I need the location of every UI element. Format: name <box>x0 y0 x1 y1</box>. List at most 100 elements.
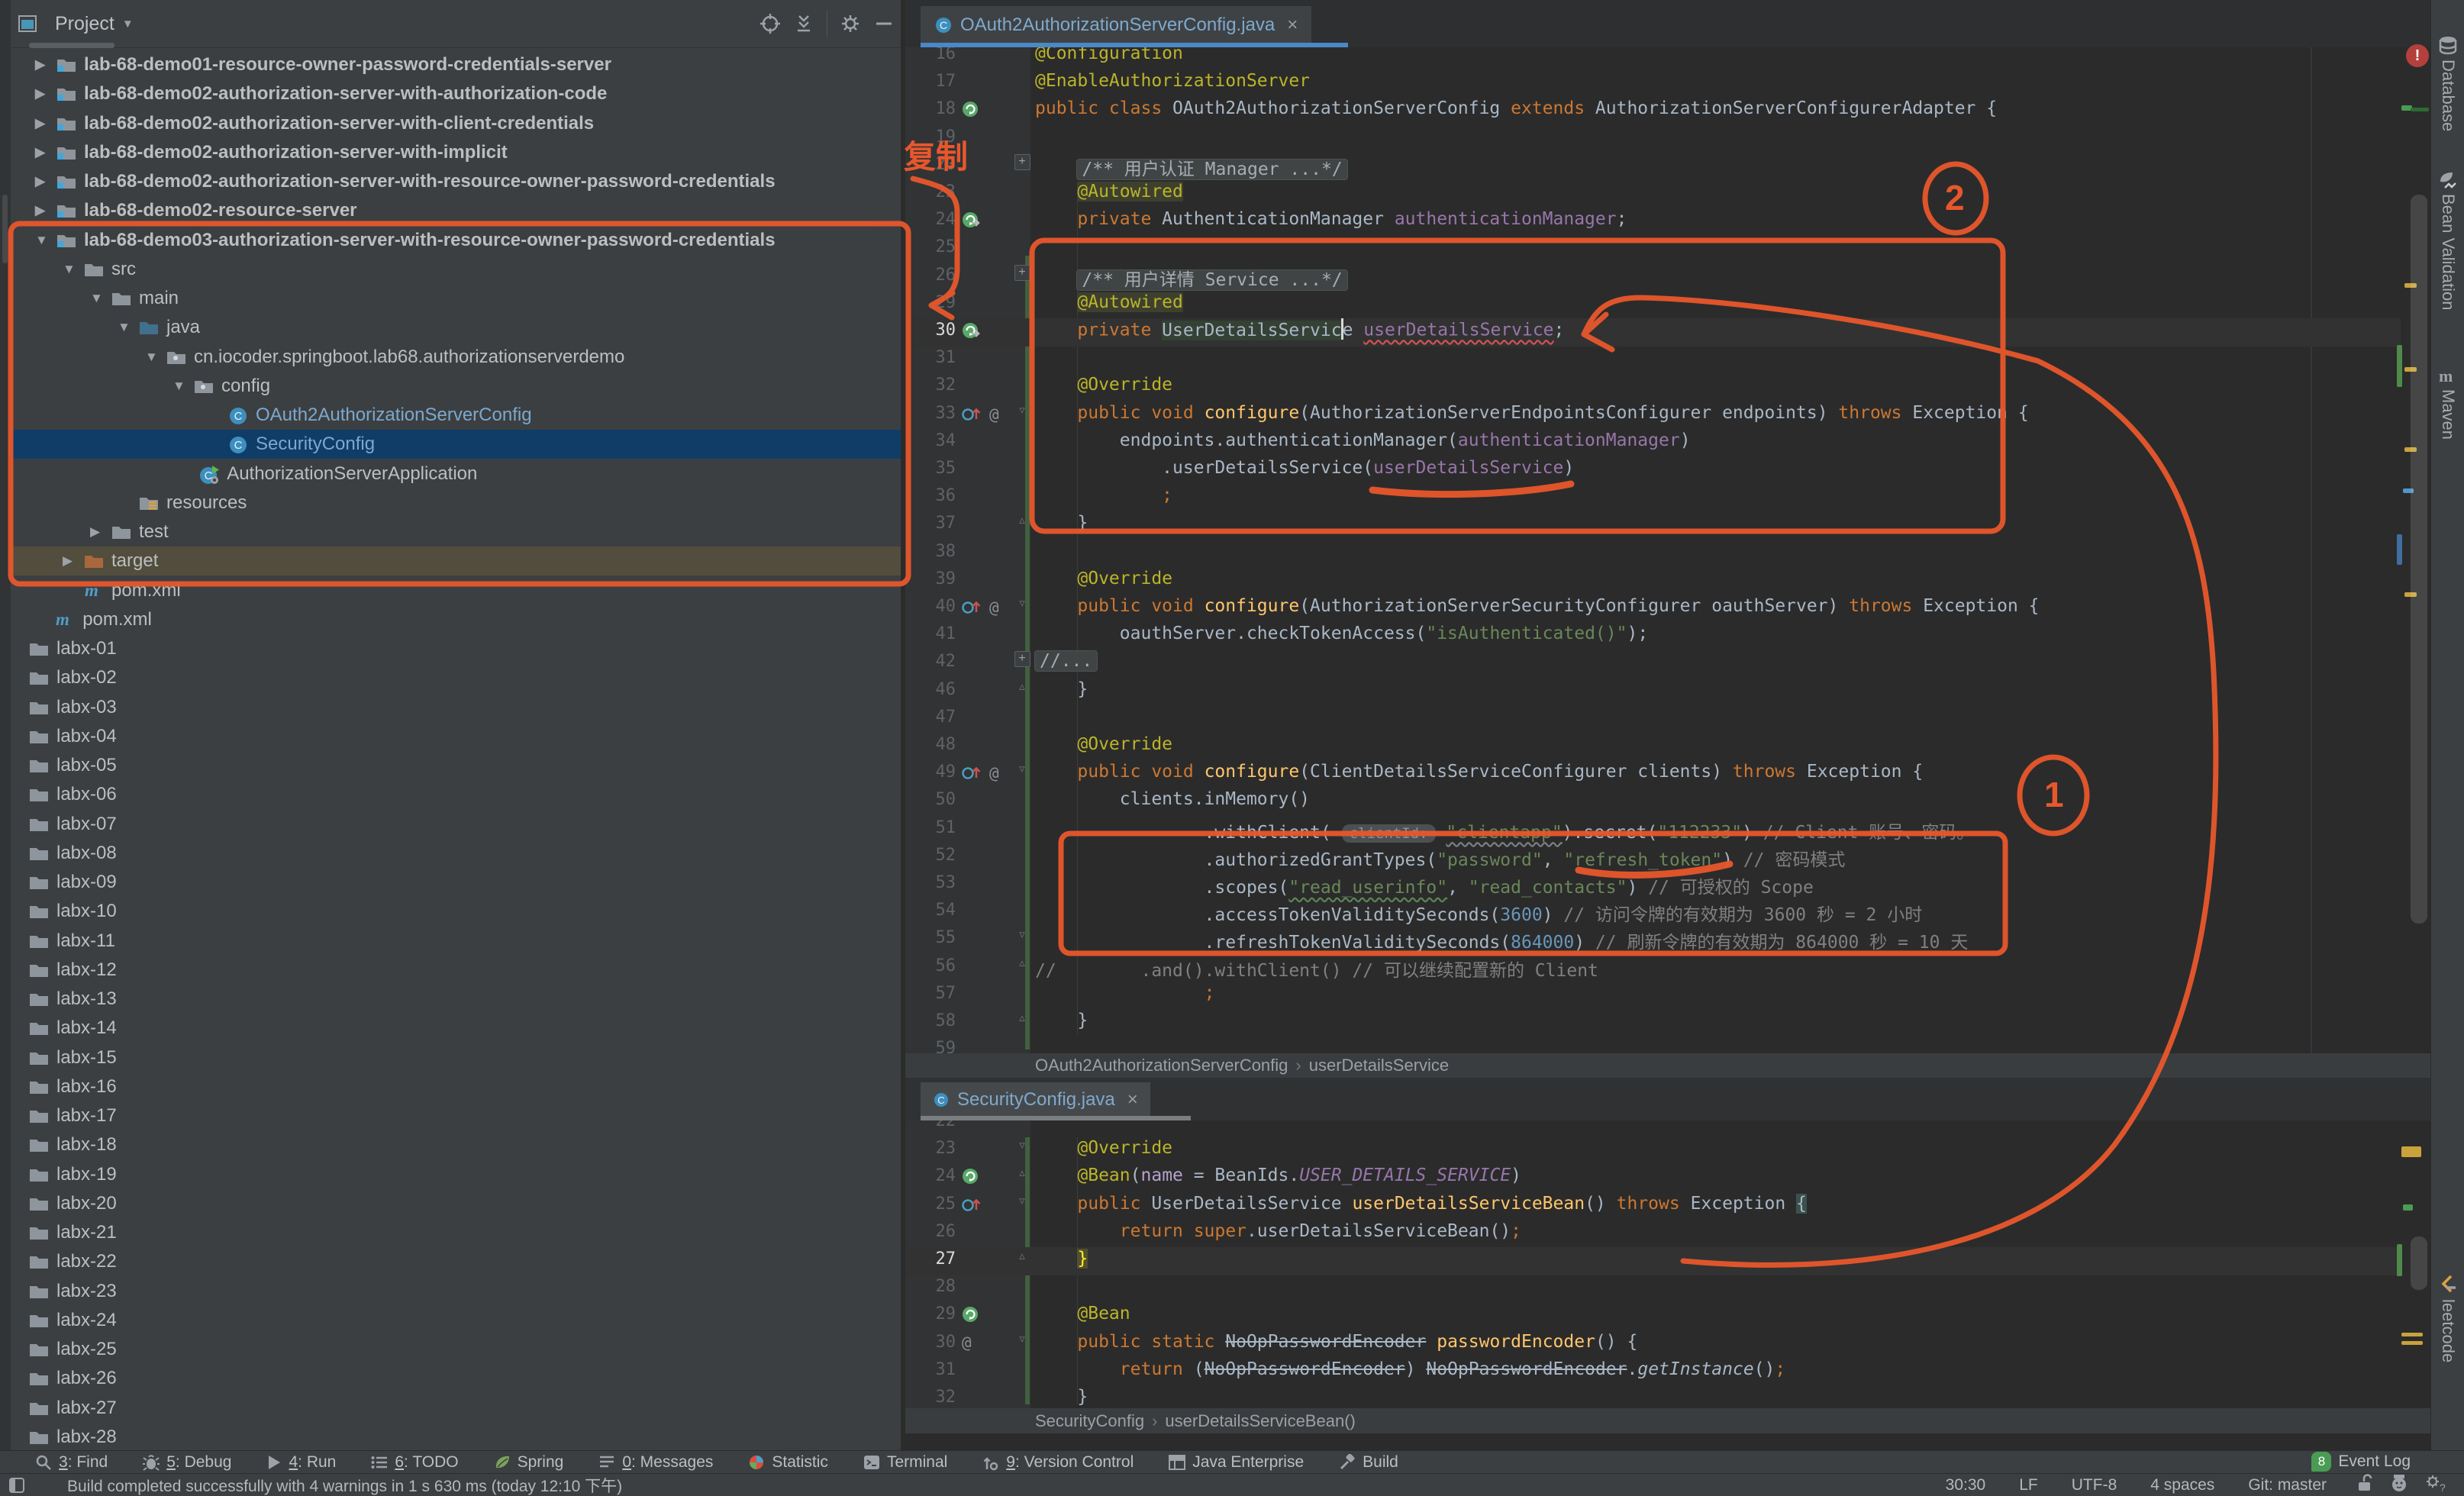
hector-icon[interactable] <box>2389 1473 2409 1496</box>
tree-item-labx-09[interactable]: labx-09 <box>11 868 901 897</box>
tree-item-labx-19[interactable]: labx-19 <box>11 1160 901 1189</box>
tree-item-test[interactable]: ▶ test <box>11 517 901 546</box>
tree-item-pom-xml[interactable]: m pom.xml <box>11 605 901 634</box>
code-line-41[interactable]: 41 oauthServer.checkTokenAccess("isAuthe… <box>905 622 2401 650</box>
tree-item-labx-06[interactable]: labx-06 <box>11 780 901 809</box>
tree-item-labx-15[interactable]: labx-15 <box>11 1043 901 1072</box>
code-line-51[interactable]: 51 .withClient( clientId: "clientapp").s… <box>905 816 2401 844</box>
toolwindow-switcher-icon[interactable] <box>8 1476 26 1494</box>
tree-item-labx-20[interactable]: labx-20 <box>11 1189 901 1218</box>
code-line-38[interactable]: 38 <box>905 540 2401 568</box>
fold-marker[interactable]: ▿ <box>1014 927 1030 942</box>
tree-item-securityconfig[interactable]: C SecurityConfig <box>11 430 901 459</box>
editor-bottom-code[interactable]: 22 23 ▿ @Override 24 ▵ @Bean(name = BeanIds.… <box>905 1120 2401 1408</box>
tree-item-labx-27[interactable]: labx-27 <box>11 1394 901 1423</box>
tree-item-lab-68-demo02-resource-server[interactable]: ▶ lab-68-demo02-resource-server <box>11 196 901 225</box>
dock-statistic[interactable]: Statistic <box>748 1453 828 1472</box>
code-line-17[interactable]: 17 @EnableAuthorizationServer <box>905 69 2401 98</box>
code-line-28[interactable]: 28 <box>905 1275 2401 1303</box>
tree-item-oauth2authorizationserverconfig[interactable]: C OAuth2AuthorizationServerConfig <box>11 401 901 430</box>
code-line-24[interactable]: 24 private AuthenticationManager authent… <box>905 208 2401 236</box>
stripe-mark[interactable] <box>2397 534 2402 565</box>
tree-item-lab-68-demo02-authorization-server-with-resource-owner-password-credentials[interactable]: ▶ lab-68-demo02-authorization-server-with… <box>11 167 901 196</box>
stripe-mark[interactable] <box>2403 1204 2413 1211</box>
code-line-39[interactable]: 39 @Override <box>905 567 2401 595</box>
breadcrumb-item[interactable]: userDetailsServiceBean() <box>1165 1411 1355 1431</box>
collapse-all-icon[interactable] <box>787 7 821 40</box>
tree-item-labx-16[interactable]: labx-16 <box>11 1072 901 1101</box>
fold-marker[interactable]: ▵ <box>1014 1249 1030 1263</box>
code-line-49[interactable]: 49 @ ▿ public void configure(ClientDetails… <box>905 760 2401 788</box>
code-line-30[interactable]: 30 @ ▿ public static NoOpPasswordEncoder p… <box>905 1330 2401 1359</box>
code-line-58[interactable]: 58 ▵ } <box>905 1009 2401 1037</box>
code-line-29[interactable]: 29 @Bean <box>905 1302 2401 1330</box>
override-annotation-icon[interactable]: @ <box>962 597 1006 621</box>
fold-marker[interactable]: ▵ <box>1014 513 1030 527</box>
tab-oauth2authorizationserverconfig[interactable]: C OAuth2AuthorizationServerConfig.java × <box>921 6 1312 44</box>
chevron-collapsed-icon[interactable]: ▶ <box>35 116 45 131</box>
tree-item-target[interactable]: ▶ target <box>11 546 901 576</box>
code-line-25[interactable]: 25 ▿ public UserDetailsService userDetail… <box>905 1192 2401 1220</box>
tree-item-src[interactable]: ▼ src <box>11 255 901 284</box>
code-line-23[interactable]: 23 ▿ @Override <box>905 1137 2401 1165</box>
tree-item-labx-17[interactable]: labx-17 <box>11 1101 901 1130</box>
code-line-57[interactable]: 57 ; <box>905 982 2401 1010</box>
close-icon[interactable]: × <box>1287 15 1298 36</box>
code-line-47[interactable]: 47 <box>905 705 2401 733</box>
code-line-56[interactable]: 56 ▵ // .and().withClient() // 可以继续配置新的 Cl… <box>905 954 2401 982</box>
chevron-expanded-icon[interactable]: ▼ <box>90 291 103 306</box>
fold-marker[interactable]: ▿ <box>1014 1194 1030 1208</box>
fold-marker[interactable]: ▵ <box>1014 956 1030 970</box>
dock-find[interactable]: 3: Find <box>35 1453 108 1472</box>
chevron-collapsed-icon[interactable]: ▶ <box>35 145 45 160</box>
fold-marker[interactable]: ▿ <box>1014 1332 1030 1346</box>
tree-item-labx-03[interactable]: labx-03 <box>11 693 901 722</box>
breadcrumb-item[interactable]: userDetailsService <box>1309 1056 1449 1075</box>
code-line-42[interactable]: 42 +//... <box>905 650 2401 678</box>
tree-item-labx-02[interactable]: labx-02 <box>11 663 901 692</box>
scrollbar-bottom[interactable] <box>2411 1236 2427 1290</box>
tree-item-config[interactable]: ▼ config <box>11 372 901 401</box>
code-line-19[interactable]: 19 <box>905 125 2401 153</box>
code-line-50[interactable]: 50 clients.inMemory() <box>905 788 2401 816</box>
status-line-ending[interactable]: LF <box>2019 1476 2038 1494</box>
toolwindow-maven[interactable]: Maven <box>2431 389 2464 440</box>
status-git-branch[interactable]: Git: master <box>2248 1476 2327 1494</box>
fold-marker[interactable]: ▵ <box>1014 1011 1030 1025</box>
code-line-25[interactable]: 25 <box>905 235 2401 263</box>
stripe-mark[interactable] <box>2401 1333 2423 1336</box>
code-line-35[interactable]: 35 .userDetailsService(userDetailsServic… <box>905 456 2401 485</box>
tree-item-lab-68-demo02-authorization-server-with-client-credentials[interactable]: ▶ lab-68-demo02-authorization-server-with… <box>11 109 901 138</box>
breadcrumb-item[interactable]: SecurityConfig <box>1035 1411 1144 1431</box>
tree-item-labx-22[interactable]: labx-22 <box>11 1247 901 1276</box>
spring-bean-icon[interactable] <box>962 99 980 123</box>
status-message[interactable]: Build completed successfully with 4 warn… <box>67 1474 622 1496</box>
status-encoding[interactable]: UTF-8 <box>2072 1476 2117 1494</box>
code-line-54[interactable]: 54 .accessTokenValiditySeconds(3600) // … <box>905 898 2401 927</box>
code-line-31[interactable]: 31 return (NoOpPasswordEncoder) NoOpPass… <box>905 1358 2401 1386</box>
inspections-error-badge[interactable]: ! <box>2406 44 2429 67</box>
tree-item-labx-14[interactable]: labx-14 <box>11 1014 901 1043</box>
code-line-26[interactable]: 26 return super.userDetailsServiceBean()… <box>905 1220 2401 1248</box>
code-line-48[interactable]: 48 @Override <box>905 733 2401 761</box>
tree-item-labx-18[interactable]: labx-18 <box>11 1130 901 1159</box>
tab-securityconfig[interactable]: C SecurityConfig.java × <box>921 1082 1150 1117</box>
fold-marker[interactable]: ▿ <box>1014 1138 1030 1153</box>
spring-bean-icon[interactable] <box>962 1304 980 1328</box>
override-annotation-icon[interactable]: @ <box>962 763 1006 786</box>
toolwindow-database[interactable]: Database <box>2431 60 2464 131</box>
tree-item-java[interactable]: ▼ java <box>11 313 901 342</box>
chevron-collapsed-icon[interactable]: ▶ <box>35 57 45 73</box>
tree-item-labx-11[interactable]: labx-11 <box>11 927 901 956</box>
code-line-32[interactable]: 32 } <box>905 1385 2401 1408</box>
fold-marker[interactable]: ▵ <box>1014 1166 1030 1180</box>
code-line-46[interactable]: 46 ▵ } <box>905 678 2401 706</box>
dock-messages[interactable]: 0: Messages <box>598 1453 713 1472</box>
code-line-26[interactable]: 26 + /** 用户详情 Service ...*/ <box>905 263 2401 292</box>
event-log-button[interactable]: 8 Event Log <box>2311 1452 2411 1472</box>
tree-item-labx-13[interactable]: labx-13 <box>11 985 901 1014</box>
settings-help-icon[interactable]: ? <box>2424 1473 2446 1496</box>
status-caret-position[interactable]: 30:30 <box>1946 1476 1986 1494</box>
dock-todo[interactable]: 6: TODO <box>371 1453 459 1472</box>
code-line-33[interactable]: 33 @ ▿ public void configure(Authorization… <box>905 401 2401 430</box>
